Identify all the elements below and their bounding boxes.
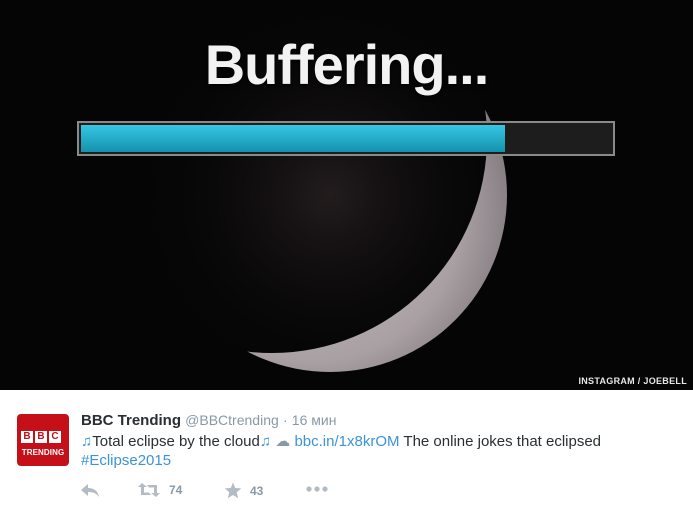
music-note-icon: ♫ (259, 433, 272, 450)
bbc-logo-letter: B (21, 431, 33, 443)
favorite-count: 43 (250, 483, 264, 498)
tweet-text-tail: The online jokes that eclipsed (403, 433, 602, 450)
retweet-count: 74 (169, 483, 183, 497)
bbc-logo-letter: C (49, 431, 61, 443)
image-credit: INSTAGRAM / JOEBELL (578, 376, 687, 386)
more-button[interactable] (306, 485, 328, 493)
progress-bar-fill (81, 125, 505, 152)
star-icon (224, 482, 242, 499)
bbc-logo-letter: B (35, 431, 47, 443)
retweet-button[interactable]: 74 (137, 482, 182, 498)
tweet-header: BBC Trending @BBCtrending · 16 мин (81, 412, 336, 429)
tweet-text-line-2: #Eclipse2015 (81, 452, 171, 469)
progress-bar (77, 121, 615, 156)
author-name[interactable]: BBC Trending (81, 412, 181, 429)
avatar-subtitle: TRENDING (21, 448, 65, 457)
cloud-icon: ☁ (275, 433, 291, 450)
reply-icon (81, 484, 99, 497)
buffering-text: Buffering... (204, 33, 490, 96)
hashtag-link[interactable]: #Eclipse2015 (81, 452, 171, 469)
tweet-link[interactable]: bbc.in/1x8krOM (294, 433, 399, 450)
retweet-icon (138, 483, 160, 497)
more-icon (306, 486, 328, 492)
avatar[interactable]: B B C TRENDING (17, 414, 69, 466)
author-handle[interactable]: @BBCtrending (185, 412, 279, 428)
tweet-text-main: Total eclipse by the cloud (92, 433, 260, 450)
tweet-card: Buffering... INSTAGRAM / JOEBELL B B C T… (0, 0, 693, 515)
favorite-button[interactable]: 43 (224, 482, 263, 499)
tweet-image[interactable]: Buffering... INSTAGRAM / JOEBELL (0, 0, 693, 390)
bbc-logo: B B C (21, 431, 61, 443)
separator: · (282, 412, 288, 428)
music-note-icon: ♫ (81, 433, 93, 450)
reply-button[interactable] (80, 482, 100, 498)
tweet-timestamp[interactable]: 16 мин (292, 412, 337, 428)
tweet-text: ♫Total eclipse by the cloud♫ ☁ bbc.in/1x… (81, 432, 601, 450)
